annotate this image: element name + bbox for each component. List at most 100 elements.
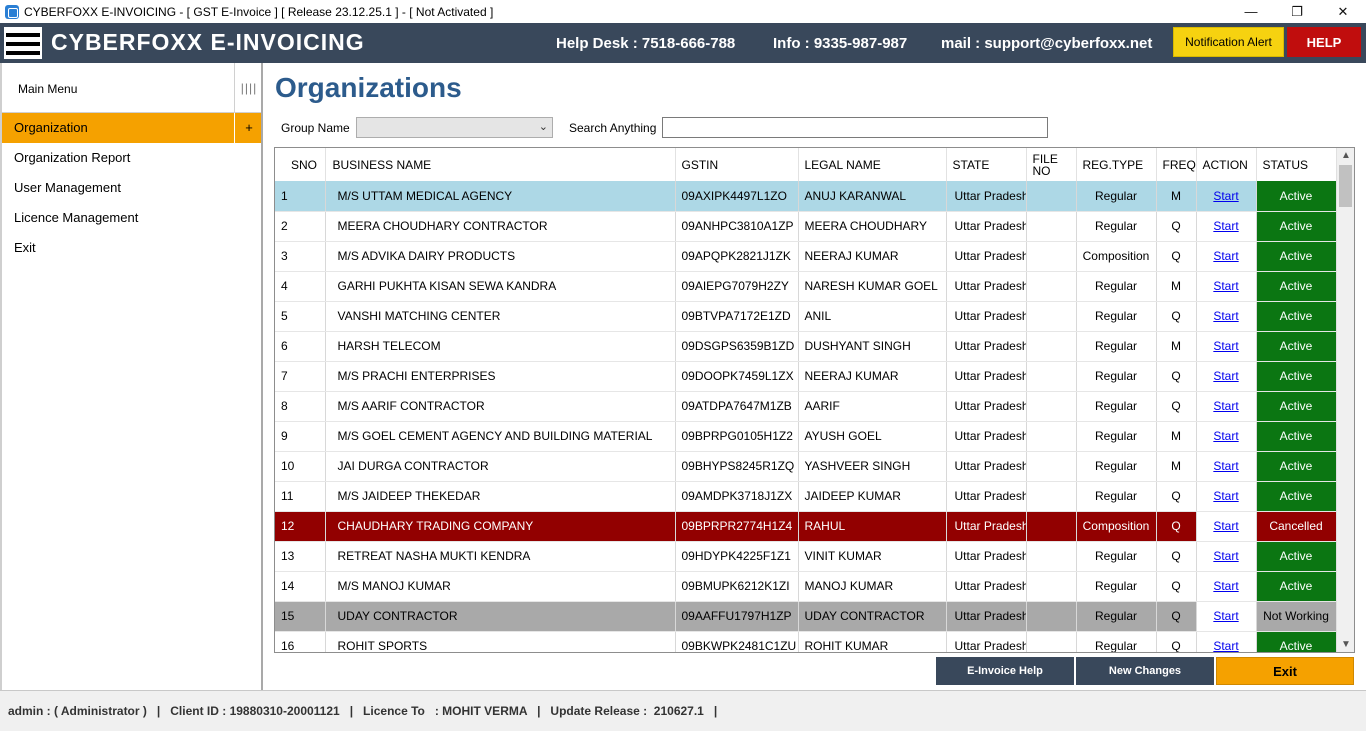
col-header[interactable]: BUSINESS NAME	[325, 148, 676, 181]
sidebar-grip-icon[interactable]: ||||	[234, 63, 263, 113]
restore-icon[interactable]: ❐	[1274, 0, 1320, 23]
gstin-cell: 09BKWPK2481C1ZU	[675, 631, 799, 652]
start-link[interactable]: Start	[1213, 219, 1238, 233]
status-cell: Active	[1256, 541, 1337, 572]
help-button[interactable]: HELP	[1287, 27, 1361, 57]
legal-name-cell: VINIT KUMAR	[798, 541, 947, 572]
start-link[interactable]: Start	[1213, 519, 1238, 533]
status-bar: admin : ( Administrator ) | Client ID : …	[0, 690, 1366, 731]
sidebar-item-user-management[interactable]: User Management	[2, 173, 261, 203]
file-no-cell	[1026, 391, 1077, 422]
notification-alert-button[interactable]: Notification Alert	[1173, 27, 1284, 57]
grid-body: 1 M/S UTTAM MEDICAL AGENCY 09AXIPK4497L1ZO…	[275, 181, 1337, 652]
action-cell: Start	[1196, 481, 1257, 512]
reg-type-cell: Regular	[1076, 571, 1157, 602]
close-icon[interactable]: ✕	[1320, 0, 1366, 23]
sidebar-item-licence-management[interactable]: Licence Management	[2, 203, 261, 233]
freq-cell: M	[1156, 331, 1197, 362]
start-link[interactable]: Start	[1213, 639, 1238, 652]
table-row[interactable]: 6 HARSH TELECOM 09DSGPS6359B1ZD DUSHYANT SI…	[275, 331, 1337, 362]
hamburger-menu-icon[interactable]	[4, 27, 42, 59]
file-no-cell	[1026, 331, 1077, 362]
start-link[interactable]: Start	[1213, 399, 1238, 413]
col-header[interactable]: ACTION	[1196, 148, 1257, 181]
status-cell: Active	[1256, 301, 1337, 332]
col-header[interactable]: FREQ	[1156, 148, 1197, 181]
start-link[interactable]: Start	[1213, 189, 1238, 203]
file-no-cell	[1026, 481, 1077, 512]
search-input[interactable]	[662, 117, 1048, 138]
vertical-scrollbar[interactable]: ▲ ▼	[1336, 148, 1354, 652]
table-row[interactable]: 5 VANSHI MATCHING CENTER 09BTVPA7172E1ZD AN…	[275, 301, 1337, 332]
table-row[interactable]: 11 M/S JAIDEEP THEKEDAR 09AMDPK3718J1ZX JAI…	[275, 481, 1337, 512]
start-link[interactable]: Start	[1213, 549, 1238, 563]
col-header[interactable]: REG.TYPE	[1076, 148, 1157, 181]
table-row[interactable]: 1 M/S UTTAM MEDICAL AGENCY 09AXIPK4497L1ZO…	[275, 181, 1337, 212]
einvoice-help-button[interactable]: E-Invoice Help	[936, 657, 1074, 685]
legal-name-cell: NARESH KUMAR GOEL	[798, 271, 947, 302]
sno-cell: 7	[275, 361, 326, 392]
table-row[interactable]: 13 RETREAT NASHA MUKTI KENDRA 09HDYPK4225F…	[275, 541, 1337, 572]
sno-cell: 8	[275, 391, 326, 422]
col-header[interactable]: FILE NO	[1026, 148, 1077, 181]
table-row[interactable]: 14 M/S MANOJ KUMAR 09BMUPK6212K1ZI MANOJ KU…	[275, 571, 1337, 602]
start-link[interactable]: Start	[1213, 309, 1238, 323]
start-link[interactable]: Start	[1213, 489, 1238, 503]
start-link[interactable]: Start	[1213, 429, 1238, 443]
sidebar-item-organization[interactable]: Organization +	[2, 113, 261, 143]
action-cell: Start	[1196, 361, 1257, 392]
start-link[interactable]: Start	[1213, 609, 1238, 623]
start-link[interactable]: Start	[1213, 459, 1238, 473]
reg-type-cell: Regular	[1076, 181, 1157, 212]
reg-type-cell: Regular	[1076, 391, 1157, 422]
group-name-select[interactable]: ⌄	[356, 117, 553, 138]
table-row[interactable]: 12 CHAUDHARY TRADING COMPANY 09BPRPR2774H1…	[275, 511, 1337, 542]
freq-cell: M	[1156, 271, 1197, 302]
col-header[interactable]: GSTIN	[675, 148, 799, 181]
legal-name-cell: MANOJ KUMAR	[798, 571, 947, 602]
table-row[interactable]: 9 M/S GOEL CEMENT AGENCY AND BUILDING MAT…	[275, 421, 1337, 452]
table-row[interactable]: 8 M/S AARIF CONTRACTOR 09ATDPA7647M1ZB AARI…	[275, 391, 1337, 422]
scroll-down-icon[interactable]: ▼	[1341, 639, 1351, 650]
action-cell: Start	[1196, 601, 1257, 632]
gstin-cell: 09BMUPK6212K1ZI	[675, 571, 799, 602]
sidebar-item-exit[interactable]: Exit	[2, 233, 261, 263]
sno-cell: 6	[275, 331, 326, 362]
table-row[interactable]: 7 M/S PRACHI ENTERPRISES 09DOOPK7459L1ZX NE…	[275, 361, 1337, 392]
table-row[interactable]: 16 ROHIT SPORTS 09BKWPK2481C1ZU ROHIT KUMAR…	[275, 631, 1337, 652]
scroll-up-icon[interactable]: ▲	[1341, 150, 1351, 161]
col-header[interactable]: STATE	[946, 148, 1027, 181]
state-cell: Uttar Pradesh	[946, 541, 1027, 572]
freq-cell: M	[1156, 421, 1197, 452]
start-link[interactable]: Start	[1213, 579, 1238, 593]
table-row[interactable]: 3 M/S ADVIKA DAIRY PRODUCTS 09APQPK2821J1Z…	[275, 241, 1337, 272]
reg-type-cell: Regular	[1076, 361, 1157, 392]
exit-button[interactable]: Exit	[1216, 657, 1354, 685]
sidebar-item-organization-report[interactable]: Organization Report	[2, 143, 261, 173]
table-row[interactable]: 4 GARHI PUKHTA KISAN SEWA KANDRA 09AIEPG70…	[275, 271, 1337, 302]
file-no-cell	[1026, 631, 1077, 652]
table-row[interactable]: 10 JAI DURGA CONTRACTOR 09BHYPS8245R1ZQ YAS…	[275, 451, 1337, 482]
business-name-cell: RETREAT NASHA MUKTI KENDRA	[325, 541, 676, 572]
col-header[interactable]: LEGAL NAME	[798, 148, 947, 181]
start-link[interactable]: Start	[1213, 279, 1238, 293]
start-link[interactable]: Start	[1213, 339, 1238, 353]
minimize-icon[interactable]: —	[1228, 0, 1274, 23]
new-changes-button[interactable]: New Changes	[1076, 657, 1214, 685]
freq-cell: Q	[1156, 241, 1197, 272]
col-header[interactable]: STATUS	[1256, 148, 1337, 181]
status-cell: Not Working	[1256, 601, 1337, 632]
scroll-thumb[interactable]	[1339, 165, 1352, 207]
expand-icon[interactable]: +	[234, 113, 263, 143]
gstin-cell: 09AIEPG7079H2ZY	[675, 271, 799, 302]
freq-cell: Q	[1156, 361, 1197, 392]
start-link[interactable]: Start	[1213, 249, 1238, 263]
col-header[interactable]: SNO	[275, 148, 326, 181]
app-header: CYBERFOXX E-INVOICING Help Desk : 7518-6…	[0, 23, 1366, 63]
sidebar-item-label: User Management	[14, 180, 121, 195]
freq-cell: Q	[1156, 211, 1197, 242]
table-row[interactable]: 2 MEERA CHOUDHARY CONTRACTOR 09ANHPC3810A1…	[275, 211, 1337, 242]
start-link[interactable]: Start	[1213, 369, 1238, 383]
legal-name-cell: ANIL	[798, 301, 947, 332]
table-row[interactable]: 15 UDAY CONTRACTOR 09AAFFU1797H1ZP UDAY CON…	[275, 601, 1337, 632]
